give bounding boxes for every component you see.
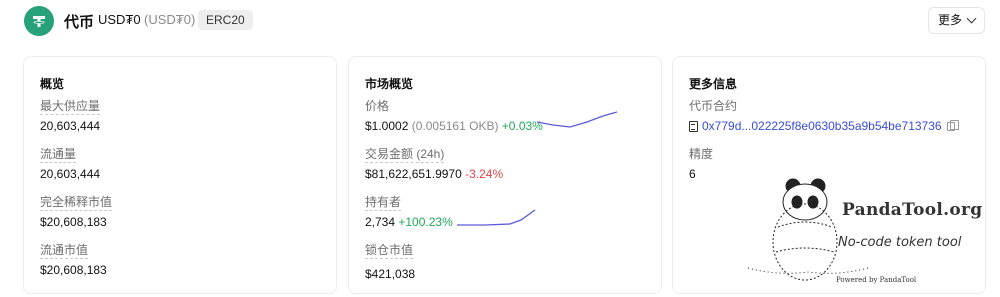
market-overview-title: 市场概览 [365,77,414,91]
market-overview-card: 市场概览 价格 $1.0002 (0.005161 OKB) +0.03% 交易… [348,56,662,294]
token-name: 代币 [64,14,95,31]
chain-badge: ERC20 [198,10,253,30]
contract-doc-icon [689,120,698,132]
market-cap-label[interactable]: 流通市值 [40,243,89,259]
locked-value-label[interactable]: 锁仓市值 [365,243,414,259]
contract-label: 代币合约 [689,99,738,113]
holders-sparkline [457,209,536,226]
volume-value: $81,622,651.9970 [365,167,462,181]
price-label: 价格 [365,99,390,113]
precision-label: 精度 [689,147,714,161]
more-button-label: 更多 [938,13,963,27]
holders-change: +100.23% [398,215,453,229]
copy-icon[interactable] [946,119,959,131]
volume-row: $81,622,651.9970 -3.24% [365,167,503,181]
holders-row: 2,734 +100.23% [365,215,453,229]
circulating-supply-value: 20,603,444 [40,167,101,181]
more-info-title: 更多信息 [689,77,738,91]
volume-label[interactable]: 交易金额 (24h) [365,147,445,163]
volume-change: -3.24% [465,167,504,181]
panda-watermark-logo [747,178,869,281]
contract-address-link[interactable]: 0x779d...022225f8e0630b35a9b54be713736 [702,119,942,133]
contract-address-row: 0x779d...022225f8e0630b35a9b54be713736 [689,119,959,133]
overview-card: 概览 最大供应量 20,603,444 流通量 20,603,444 完全稀释市… [23,56,337,294]
token-symbol-alt: (USD₮0) [144,12,196,27]
holders-value: 2,734 [365,215,396,229]
watermark-powered: Powered by PandaTool [836,276,917,284]
token-header: 代币 USD₮0 (USD₮0) ERC20 更多 [0,0,1000,44]
chevron-down-icon [966,13,977,24]
watermark-brand: PandaTool.org [842,200,983,220]
market-cap-value: $20,608,183 [40,263,107,277]
fdv-value: $20,608,183 [40,215,107,229]
more-dropdown-button[interactable]: 更多 [928,7,985,34]
precision-value: 6 [689,167,696,181]
locked-value: $421,038 [365,267,416,281]
token-detail-page: 代币 USD₮0 (USD₮0) ERC20 更多 概览 最大供应量 20,60… [0,0,1000,297]
price-okb-value: (0.005161 OKB) [411,119,499,133]
max-supply-label[interactable]: 最大供应量 [40,99,101,115]
tether-logo-icon [24,6,54,36]
price-value: $1.0002 [365,119,409,133]
token-symbol: USD₮0 [98,12,141,27]
price-sparkline [536,111,618,128]
holders-label[interactable]: 持有者 [365,195,402,211]
max-supply-value: 20,603,444 [40,119,101,133]
fdv-label[interactable]: 完全稀释市值 [40,195,113,211]
price-row: $1.0002 (0.005161 OKB) +0.03% [365,119,543,133]
watermark-slogan: No-code token tool [838,235,962,250]
overview-title: 概览 [40,77,65,91]
circulating-supply-label[interactable]: 流通量 [40,147,77,163]
